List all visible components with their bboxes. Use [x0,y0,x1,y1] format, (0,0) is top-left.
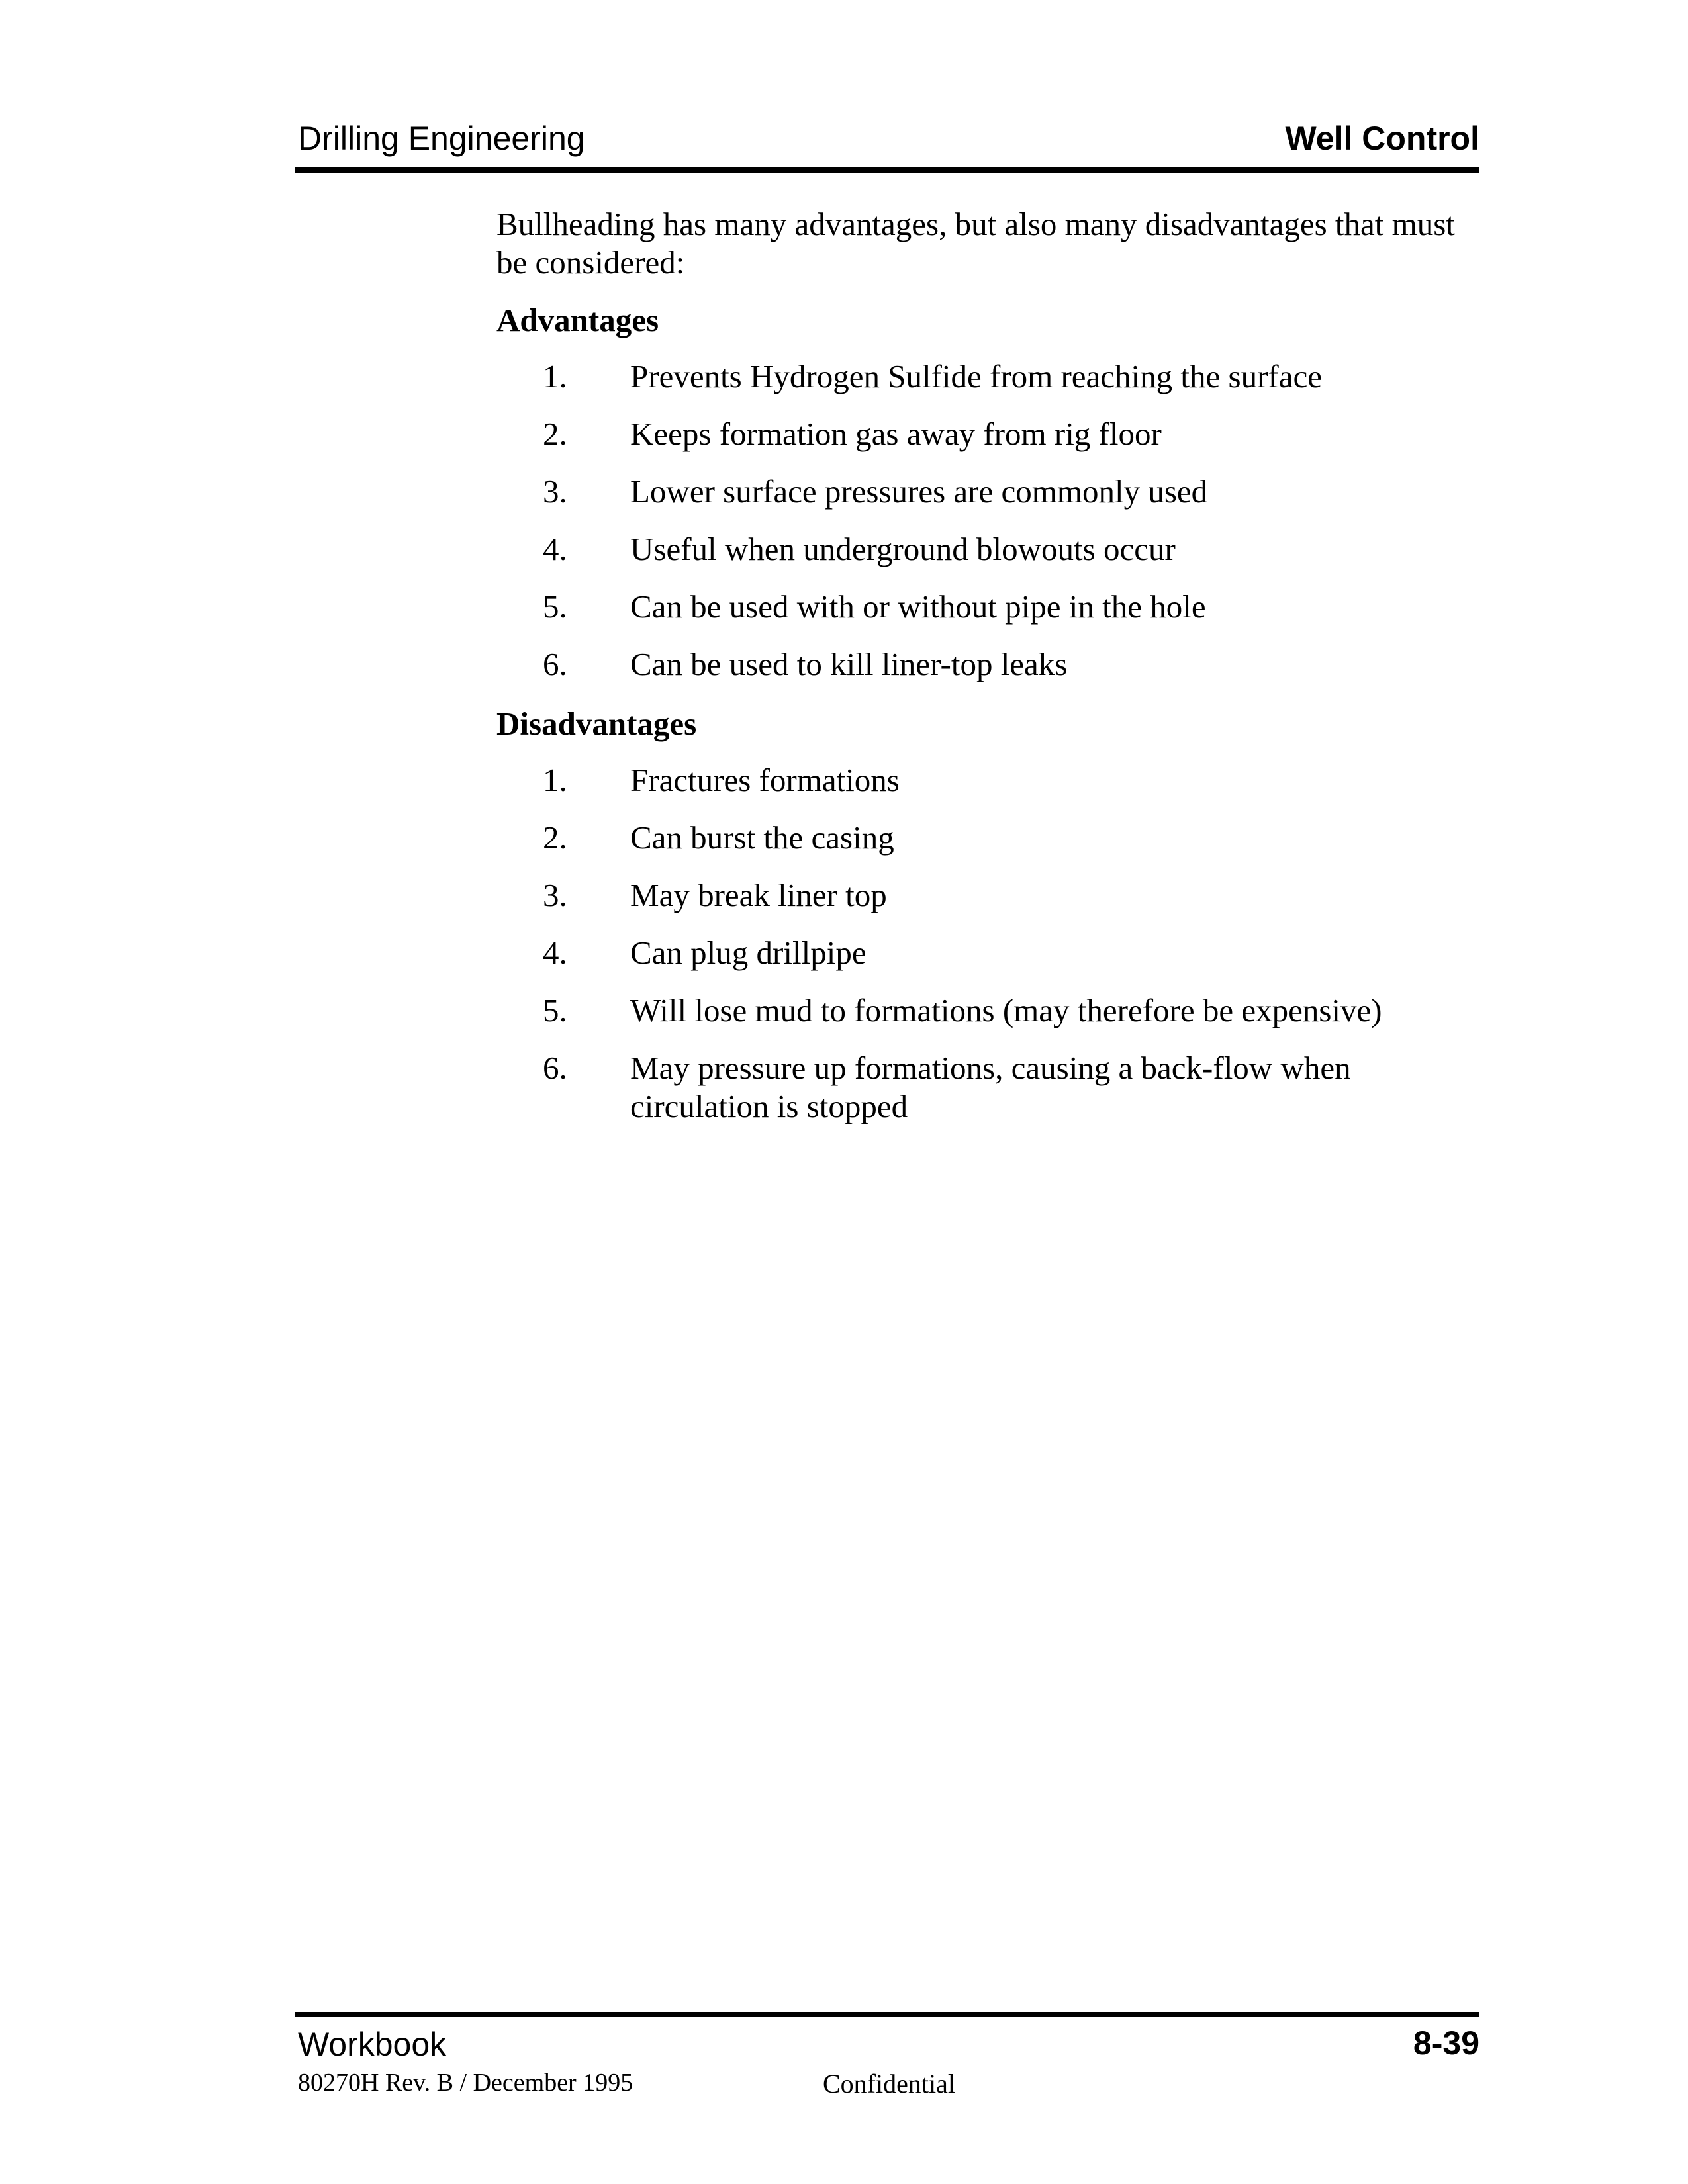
list-item-number: 5. [543,992,567,1028]
list-item-number: 3. [543,473,567,510]
advantages-list: 1. Prevents Hydrogen Sulfide from reachi… [543,357,1483,703]
list-item-text: Fractures formations [630,762,900,798]
header-chapter-title: Well Control [1285,120,1479,157]
list-item-number: 2. [543,819,567,856]
list-item-number: 2. [543,416,567,452]
list-item-text: Can be used to kill liner-top leaks [630,646,1068,682]
list-item-number: 1. [543,762,567,798]
list-item-text: May break liner top [630,877,887,913]
footer-title: Workbook [298,2026,447,2063]
list-item-text: Can plug drillpipe [630,934,867,971]
list-item-number: 4. [543,531,567,567]
page-number: 8-39 [1413,2025,1479,2062]
header-section-title: Drilling Engineering [298,120,585,157]
intro-paragraph: Bullheading has many advantages, but als… [496,206,1455,281]
list-item-number: 3. [543,877,567,913]
list-item-number: 6. [543,646,567,682]
list-item: 4. Can plug drillpipe [543,934,1483,991]
list-item: 1. Prevents Hydrogen Sulfide from reachi… [543,357,1483,415]
footer-confidential: Confidential [823,2069,955,2099]
list-item: 4. Useful when underground blowouts occu… [543,530,1483,588]
list-item-text: Useful when underground blowouts occur [630,531,1176,567]
list-item: 6. Can be used to kill liner-top leaks [543,645,1483,703]
list-item-number: 4. [543,934,567,971]
list-item: 5. Can be used with or without pipe in t… [543,588,1483,645]
list-item-text: Keeps formation gas away from rig floor [630,416,1162,452]
list-item: 3. May break liner top [543,876,1483,934]
list-item-number: 6. [543,1050,567,1086]
footer-divider [295,2012,1479,2017]
disadvantages-list: 1. Fractures formations 2. Can burst the… [543,761,1483,1126]
list-item-number: 1. [543,358,567,394]
list-item-text: Can burst the casing [630,819,894,856]
list-item: 1. Fractures formations [543,761,1483,819]
list-item-text: Lower surface pressures are commonly use… [630,473,1208,510]
list-item-text: Will lose mud to formations (may therefo… [630,992,1382,1028]
footer-revision: 80270H Rev. B / December 1995 [298,2069,633,2097]
advantages-heading: Advantages [496,302,659,338]
list-item: 2. Keeps formation gas away from rig flo… [543,415,1483,473]
list-item: 6. May pressure up formations, causing a… [543,1049,1483,1126]
list-item: 5. Will lose mud to formations (may ther… [543,991,1483,1049]
list-item: 2. Can burst the casing [543,819,1483,876]
list-item: 3. Lower surface pressures are commonly … [543,473,1483,530]
list-item-number: 5. [543,588,567,625]
list-item-text: May pressure up formations, causing a ba… [630,1050,1351,1124]
list-item-text: Prevents Hydrogen Sulfide from reaching … [630,358,1322,394]
disadvantages-heading: Disadvantages [496,705,697,742]
header-divider [295,167,1479,173]
list-item-text: Can be used with or without pipe in the … [630,588,1206,625]
